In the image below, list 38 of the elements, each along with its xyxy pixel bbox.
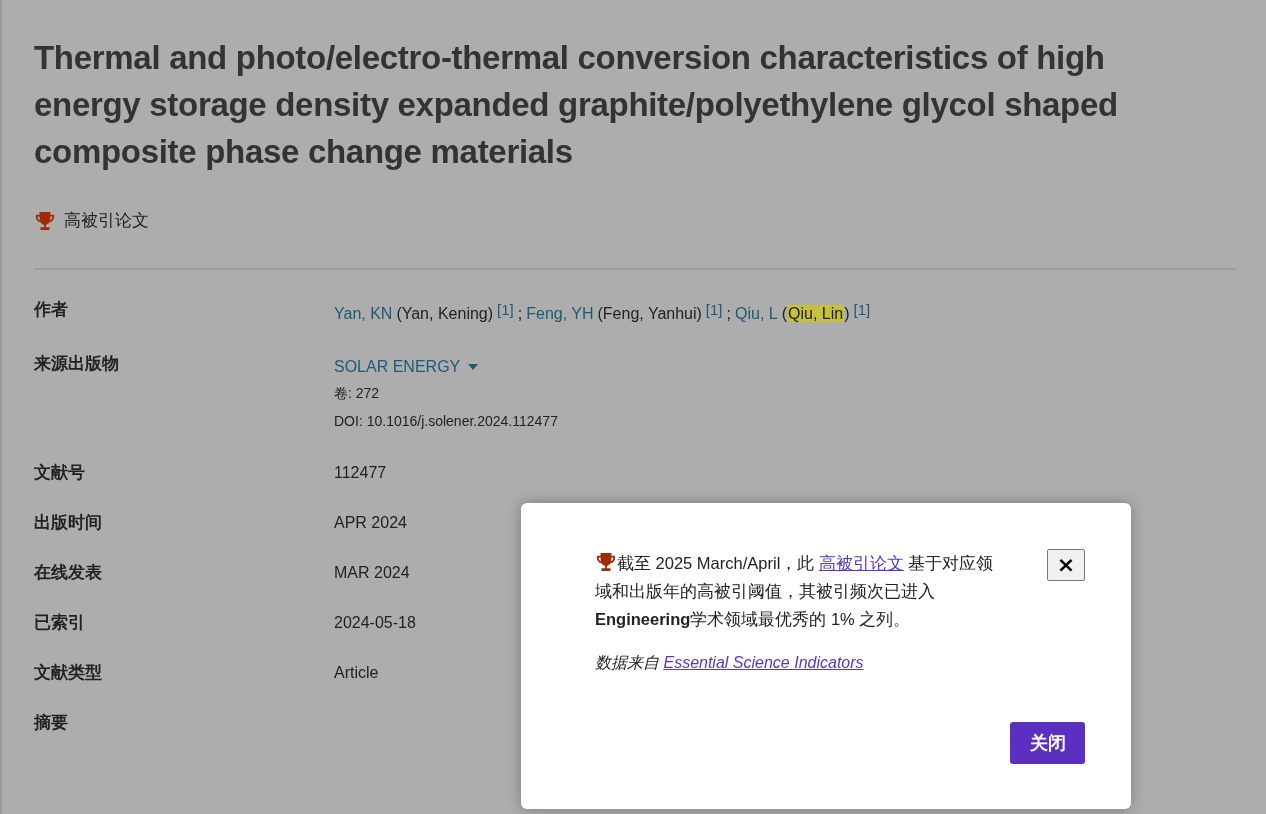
author-link[interactable]: Feng, YH: [526, 305, 594, 322]
esi-link[interactable]: Essential Science Indicators: [663, 654, 864, 671]
author-full-name: (Qiu, Lin): [781, 305, 850, 322]
field-value: MAR 2024: [334, 564, 410, 581]
author-link[interactable]: Qiu, L: [735, 305, 778, 322]
author-full-name: (Feng, Yanhui): [597, 305, 702, 322]
field-label: 文献类型: [34, 662, 103, 684]
separator-text: ;: [726, 305, 731, 322]
field-value: APR 2024: [334, 514, 407, 531]
trophy-icon: [34, 210, 56, 231]
field-label: 在线发表: [34, 562, 103, 584]
field-label: 已索引: [34, 612, 86, 634]
field-label: 出版时间: [34, 512, 103, 534]
data-source-note: 数据来自 Essential Science Indicators: [595, 653, 865, 673]
highly-cited-link[interactable]: 高被引论文: [818, 554, 904, 572]
article-title: Thermal and photo/electro-thermal conversion characteristics of high energy storage density expanded graphite/polyethylene glycol shaped composite phase change materials: [34, 38, 1119, 172]
field-label: 作者: [34, 299, 69, 321]
field-value: Article: [334, 664, 379, 681]
caret-icon: [468, 364, 479, 370]
field-value: 112477: [334, 464, 387, 481]
field-value: 2024-05-18: [334, 614, 416, 631]
field-label: 文献号: [34, 462, 86, 484]
separator-text: ;: [517, 305, 523, 322]
trophy-icon: [595, 552, 617, 572]
author-full-name: (Yan, Kening): [396, 305, 494, 322]
field-label: 来源出版物: [34, 353, 120, 375]
affiliation-link[interactable]: [1]: [853, 301, 871, 318]
journal-link[interactable]: SOLAR ENERGY: [334, 355, 479, 379]
close-dialog-button[interactable]: 关闭: [1010, 722, 1085, 764]
author-link[interactable]: Yan, KN: [334, 305, 393, 322]
close-button[interactable]: ×: [1047, 549, 1085, 581]
citation-note: 截至 2025 March/April，此 高被引论文 基于对应领域和出版年的高被引阈值，其被引频次已进入 Engineering学术领域最优秀的 1% 之列。: [595, 551, 995, 630]
badge-label: 高被引论文: [64, 210, 149, 232]
field-label: 摘要: [34, 712, 69, 734]
source-detail: DOI: 10.1016/j.solener.2024.112477: [334, 412, 559, 431]
source-detail: 卷: 272: [334, 384, 381, 403]
affiliation-link[interactable]: [1]: [497, 301, 514, 318]
affiliation-link[interactable]: [1]: [705, 301, 723, 318]
